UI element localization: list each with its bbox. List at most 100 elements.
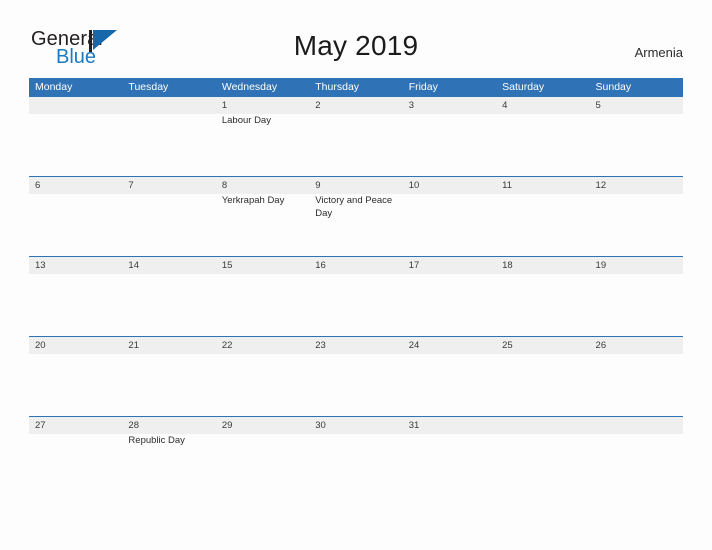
day-event: [35, 274, 119, 275]
day-number: 19: [595, 260, 607, 271]
day-number: 6: [35, 180, 41, 191]
day-event: [315, 114, 399, 115]
day-cell[interactable]: 28 Republic Day: [122, 417, 215, 496]
day-number: 9: [315, 180, 321, 191]
day-cell[interactable]: 24: [403, 337, 496, 416]
calendar-week-row: 1 Labour Day 2 3 4 5: [29, 96, 683, 176]
weekday-header-wednesday: Wednesday: [221, 81, 278, 93]
day-number: 27: [35, 420, 46, 431]
day-event: [409, 194, 493, 195]
day-cell[interactable]: [122, 97, 215, 176]
day-cell[interactable]: 12: [590, 177, 683, 256]
day-event: [409, 354, 493, 355]
day-event: [128, 354, 212, 355]
day-number: 28: [128, 420, 139, 431]
day-cell[interactable]: 29: [216, 417, 309, 496]
day-number: 2: [315, 100, 321, 111]
day-event: [596, 194, 680, 195]
day-number: 25: [502, 340, 513, 351]
day-number: 5: [595, 100, 601, 111]
day-number: 31: [408, 420, 420, 431]
day-cell[interactable]: 22: [216, 337, 309, 416]
day-event: [502, 194, 586, 195]
day-cell[interactable]: 10: [403, 177, 496, 256]
day-cell[interactable]: 25: [496, 337, 589, 416]
day-event: [502, 354, 586, 355]
day-event: [502, 274, 586, 275]
day-cell[interactable]: 2: [309, 97, 402, 176]
day-cell[interactable]: 3: [403, 97, 496, 176]
day-event: [409, 114, 493, 115]
day-cell[interactable]: 30: [309, 417, 402, 496]
day-event: [409, 434, 493, 435]
day-cell[interactable]: 8 Yerkrapah Day: [216, 177, 309, 256]
day-number: 22: [221, 340, 233, 351]
day-cell[interactable]: 20: [29, 337, 122, 416]
day-number: 24: [408, 340, 420, 351]
day-cell[interactable]: 13: [29, 257, 122, 336]
day-number: 12: [595, 180, 607, 191]
weekday-header-tuesday: Tuesday: [128, 81, 169, 93]
day-event: [502, 114, 586, 115]
day-event: Labour Day: [221, 115, 271, 126]
weekday-header-sunday: Sunday: [595, 81, 632, 93]
day-event: Victory and Peace Day: [315, 195, 393, 219]
day-cell[interactable]: 5: [590, 97, 683, 176]
day-event: [596, 354, 680, 355]
day-event: [502, 434, 586, 435]
day-number: 23: [315, 340, 326, 351]
day-cell[interactable]: 4: [496, 97, 589, 176]
day-number: 10: [408, 180, 420, 191]
day-number: 30: [315, 420, 326, 431]
calendar-week-row: 27 28 Republic Day 29 30 31: [29, 416, 683, 496]
day-cell[interactable]: 1 Labour Day: [216, 97, 309, 176]
day-number: 7: [128, 180, 134, 191]
page-title: May 2019: [293, 30, 419, 61]
day-event: [315, 354, 399, 355]
day-event: [596, 274, 680, 275]
day-number: 4: [502, 100, 508, 111]
calendar-table: Monday Tuesday Wednesday Thursday Friday…: [29, 78, 683, 496]
calendar-week-row: 20 21 22 23 24 25 26: [29, 336, 683, 416]
day-cell[interactable]: 6: [29, 177, 122, 256]
day-cell[interactable]: 11: [496, 177, 589, 256]
day-event: [409, 274, 493, 275]
day-event: Yerkrapah Day: [221, 195, 285, 206]
day-cell[interactable]: [29, 97, 122, 176]
day-cell[interactable]: 14: [122, 257, 215, 336]
weekday-header-thursday: Thursday: [315, 81, 360, 93]
day-cell[interactable]: [590, 417, 683, 496]
day-cell[interactable]: 23: [309, 337, 402, 416]
day-event: Republic Day: [128, 435, 185, 446]
day-cell[interactable]: 31: [403, 417, 496, 496]
day-number: 8: [221, 180, 228, 191]
day-event: [128, 114, 212, 115]
day-event: [222, 434, 306, 435]
day-cell[interactable]: 17: [403, 257, 496, 336]
day-event: [35, 354, 119, 355]
day-cell[interactable]: 15: [216, 257, 309, 336]
day-event: [315, 274, 399, 275]
calendar-week-row: 13 14 15 16 17 18 19: [29, 256, 683, 336]
page-header: General Blue May 2019 Armenia: [0, 0, 712, 67]
weekday-header-row: Monday Tuesday Wednesday Thursday Friday…: [29, 78, 683, 96]
weekday-header-friday: Friday: [408, 81, 438, 93]
day-cell[interactable]: 9 Victory and Peace Day: [309, 177, 402, 256]
day-cell[interactable]: 26: [590, 337, 683, 416]
country-label: Armenia: [634, 45, 683, 60]
day-event: [35, 114, 119, 115]
day-cell[interactable]: 18: [496, 257, 589, 336]
day-cell[interactable]: 27: [29, 417, 122, 496]
day-number: 21: [128, 340, 139, 351]
day-event: [596, 114, 680, 115]
day-number: 18: [502, 260, 513, 271]
day-event: [222, 354, 306, 355]
day-event: [128, 194, 212, 195]
day-cell[interactable]: 21: [122, 337, 215, 416]
day-cell[interactable]: 7: [122, 177, 215, 256]
day-cell[interactable]: 19: [590, 257, 683, 336]
day-number: 16: [315, 260, 326, 271]
day-number: 29: [221, 420, 233, 431]
day-cell[interactable]: 16: [309, 257, 402, 336]
day-cell[interactable]: [496, 417, 589, 496]
